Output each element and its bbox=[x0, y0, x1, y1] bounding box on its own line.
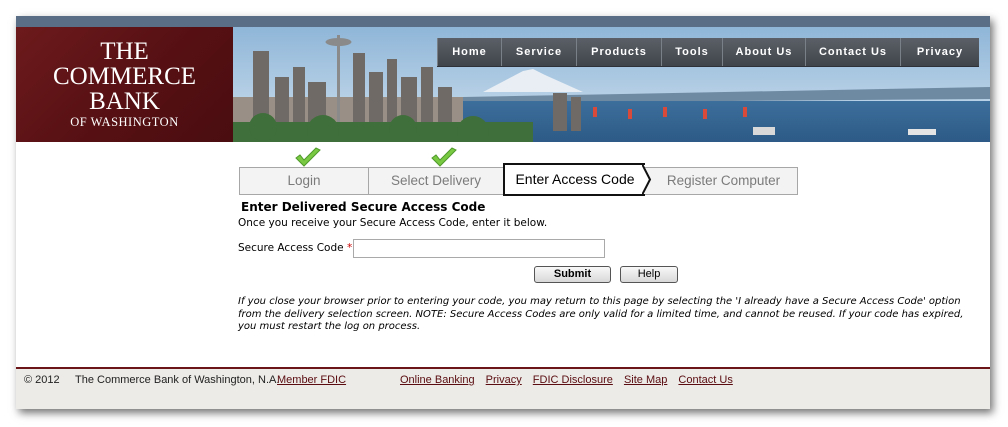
footer-link-contact-us[interactable]: Contact Us bbox=[678, 374, 732, 386]
info-note: If you close your browser prior to enter… bbox=[238, 296, 964, 332]
nav-service[interactable]: Service bbox=[501, 38, 576, 66]
checkmark-icon bbox=[295, 147, 321, 167]
page-frame: THE COMMERCE BANK OF WASHINGTON Home Ser… bbox=[16, 16, 990, 409]
nav-home[interactable]: Home bbox=[437, 38, 501, 66]
footer-link-fdic-disclosure[interactable]: FDIC Disclosure bbox=[533, 374, 613, 386]
footer: © 2012 The Commerce Bank of Washington, … bbox=[16, 369, 990, 409]
footer-links: Online Banking Privacy FDIC Disclosure S… bbox=[400, 374, 741, 386]
access-code-label-text: Secure Access Code bbox=[238, 242, 344, 254]
form-title: Enter Delivered Secure Access Code bbox=[241, 200, 486, 214]
nav-tools[interactable]: Tools bbox=[661, 38, 722, 66]
nav-about-us[interactable]: About Us bbox=[722, 38, 805, 66]
access-code-input[interactable] bbox=[353, 239, 605, 258]
footer-link-site-map[interactable]: Site Map bbox=[624, 374, 667, 386]
header: THE COMMERCE BANK OF WASHINGTON Home Ser… bbox=[16, 27, 990, 142]
submit-button[interactable]: Submit bbox=[534, 266, 611, 283]
main-nav: Home Service Products Tools About Us Con… bbox=[437, 38, 979, 67]
step-login: Login bbox=[240, 168, 369, 194]
member-fdic-link[interactable]: Member FDIC bbox=[277, 374, 346, 386]
bank-name: The Commerce Bank of Washington, N.A. bbox=[75, 374, 280, 386]
active-step-label: Enter Access Code bbox=[503, 163, 645, 196]
footer-link-online-banking[interactable]: Online Banking bbox=[400, 374, 475, 386]
nav-contact-us[interactable]: Contact Us bbox=[805, 38, 900, 66]
step-arrow-icon bbox=[642, 163, 652, 196]
logo-line-1: THE bbox=[100, 38, 149, 65]
logo-line-3: BANK bbox=[89, 88, 160, 115]
checkmark-icon bbox=[431, 147, 457, 167]
top-bar bbox=[16, 16, 990, 27]
copyright: © 2012 bbox=[24, 374, 60, 386]
access-code-label: Secure Access Code * bbox=[238, 242, 352, 254]
logo-line-4: OF WASHINGTON bbox=[70, 115, 179, 129]
bank-logo[interactable]: THE COMMERCE BANK OF WASHINGTON bbox=[16, 27, 233, 142]
form-subtitle: Once you receive your Secure Access Code… bbox=[238, 217, 548, 229]
step-enter-access-code: Enter Access Code bbox=[503, 163, 652, 196]
nav-products[interactable]: Products bbox=[576, 38, 661, 66]
help-button[interactable]: Help bbox=[620, 266, 678, 283]
logo-line-2: COMMERCE bbox=[52, 63, 197, 90]
nav-privacy[interactable]: Privacy bbox=[900, 38, 979, 66]
footer-link-privacy[interactable]: Privacy bbox=[486, 374, 522, 386]
step-select-delivery: Select Delivery bbox=[390, 173, 482, 188]
required-mark: * bbox=[346, 242, 353, 254]
step-register-computer: Register Computer bbox=[666, 173, 781, 188]
